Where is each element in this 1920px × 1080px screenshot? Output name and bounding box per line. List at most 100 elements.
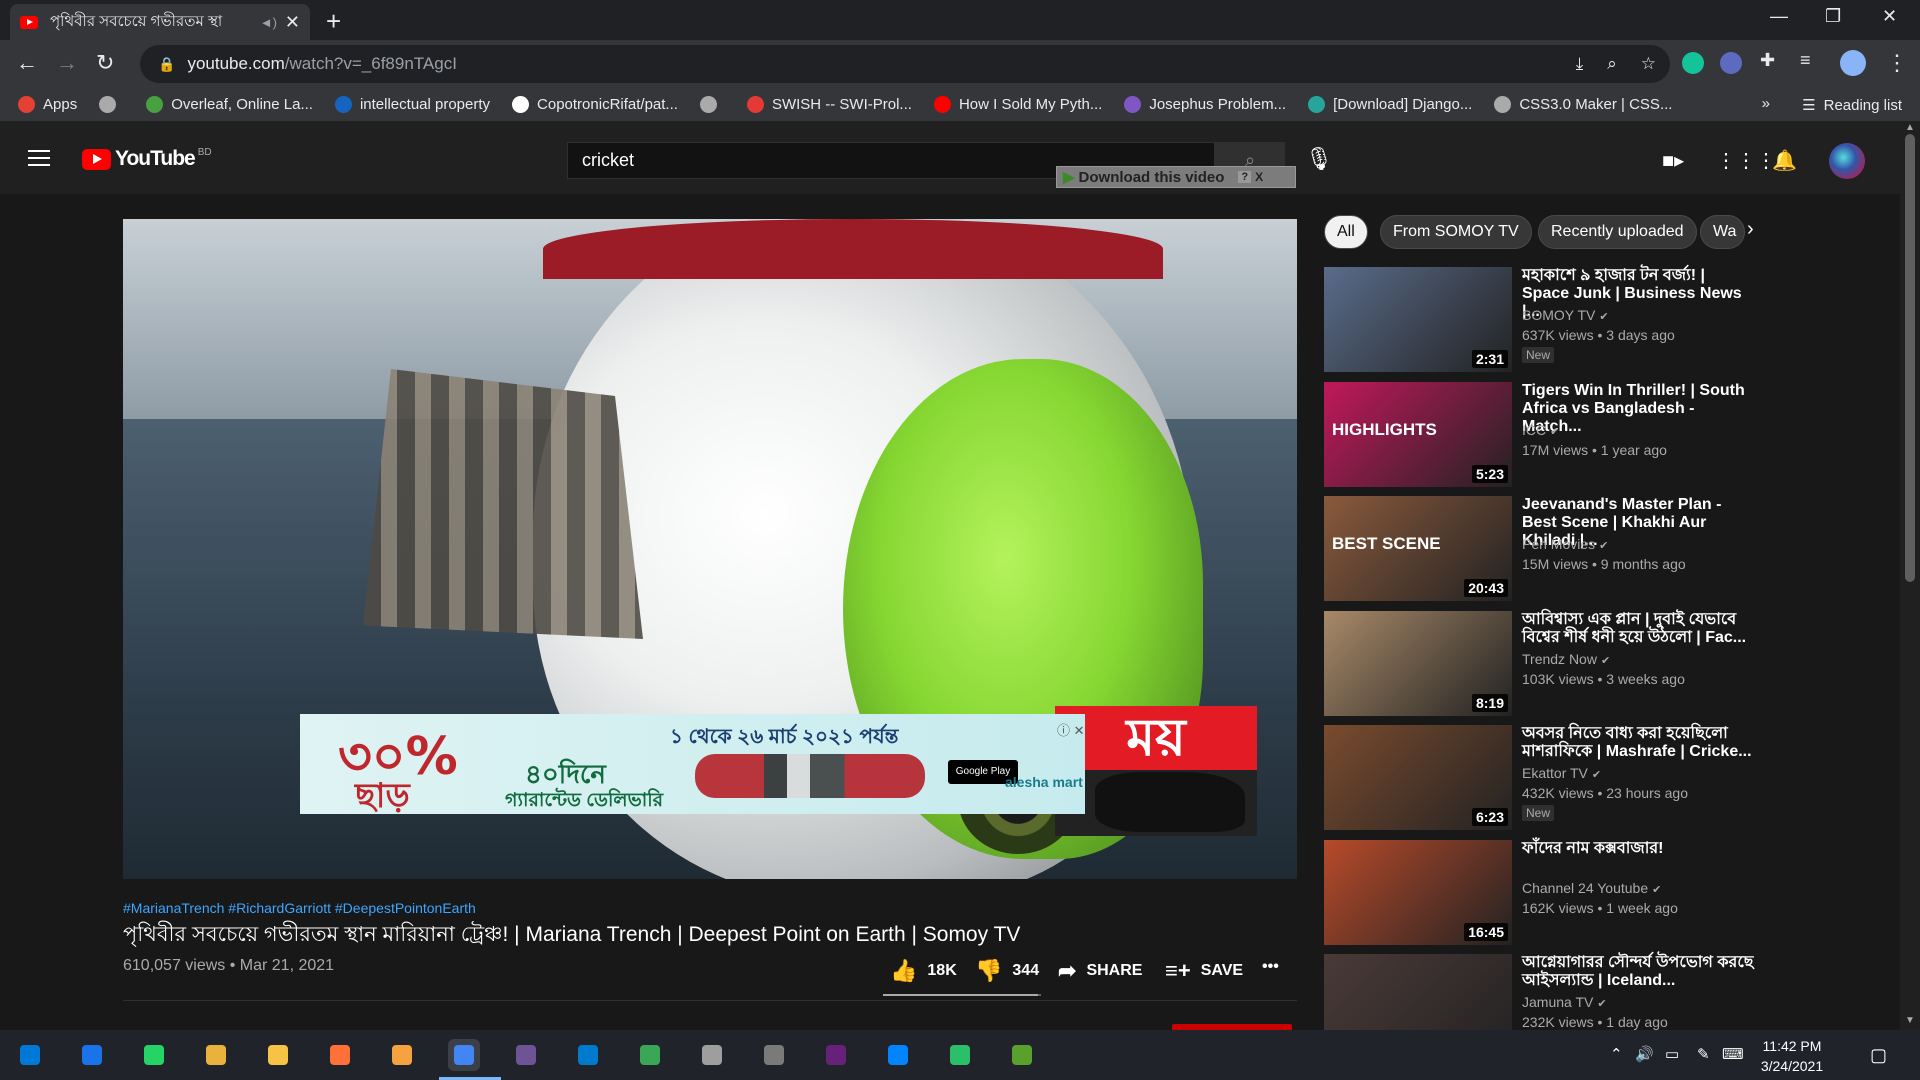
apps-grid-icon[interactable]: ⋮⋮⋮ xyxy=(1716,148,1776,173)
related-thumbnail[interactable]: BEST SCENE 20:43 xyxy=(1324,496,1512,601)
overlay-ad[interactable]: ৩০% ছাড় ১ থেকে ২৬ মার্চ ২০২১ পর্যন্ত ৪০… xyxy=(300,714,1085,815)
chrome-icon[interactable] xyxy=(439,1039,501,1080)
bookmark-item[interactable]: CopotronicRifat/pat... xyxy=(512,96,678,113)
ad-close-icon[interactable]: ⓘ ✕ xyxy=(1057,720,1085,739)
related-channel[interactable]: Channel 24 Youtube ✔ xyxy=(1522,880,1661,896)
ad-close-label[interactable]: ✕ xyxy=(1074,723,1085,738)
related-thumbnail[interactable]: 16:45 xyxy=(1324,839,1512,945)
minimize-icon[interactable]: — xyxy=(1770,6,1788,27)
bookmark-item[interactable]: Apps xyxy=(18,96,77,113)
bookmark-item[interactable]: CSS3.0 Maker | CSS... xyxy=(1494,96,1672,113)
tab-audio-icon[interactable]: ◄) xyxy=(260,15,277,30)
whatsapp-icon[interactable] xyxy=(138,1039,170,1071)
file-explorer-icon[interactable] xyxy=(200,1039,232,1071)
more-actions-button[interactable]: ••• xyxy=(1262,958,1279,976)
bookmark-item[interactable]: Josephus Problem... xyxy=(1124,96,1286,113)
close-window-icon[interactable]: ✕ xyxy=(1882,6,1897,27)
bookmark-item[interactable]: SWISH -- SWI-Prol... xyxy=(746,96,912,113)
scroll-up-icon[interactable]: ▲ xyxy=(1905,122,1915,133)
share-button[interactable]: ➦ SHARE xyxy=(1058,958,1142,984)
related-video-item[interactable]: 6:23 অবসর নিতে বাধ্য করা হয়েছিলো মাশরাফি… xyxy=(1324,725,1760,833)
media-control-icon[interactable]: ≡ xyxy=(1800,50,1811,71)
reading-list-button[interactable]: ☰ Reading list xyxy=(1802,96,1902,115)
microphone-icon[interactable]: 🎙 xyxy=(1305,146,1333,172)
filter-chip[interactable]: From SOMOY TV xyxy=(1380,215,1532,249)
related-video-item[interactable]: 2:31 মহাকাশে ৯ হাজার টন বর্জ্য! | Space J… xyxy=(1324,267,1760,375)
related-channel[interactable]: Ekattor TV ✔ xyxy=(1522,765,1601,781)
messenger-icon[interactable] xyxy=(882,1039,914,1071)
save-button[interactable]: ≡+ SAVE xyxy=(1165,958,1243,984)
scroll-down-icon[interactable]: ▼ xyxy=(1905,1015,1915,1026)
app-icon[interactable] xyxy=(262,1039,294,1071)
video-hashtags[interactable]: #MarianaTrench #RichardGarriott #Deepest… xyxy=(123,900,476,916)
related-video-item[interactable]: 8:19 আবিশ্বাস্য এক প্লান | দুবাই যেভাবে ব… xyxy=(1324,610,1760,719)
bookmark-item[interactable]: How I Sold My Pyth... xyxy=(933,96,1102,113)
app-icon[interactable] xyxy=(634,1039,666,1071)
browser-menu-icon[interactable]: ⋮ xyxy=(1886,50,1908,76)
related-thumbnail[interactable]: HIGHLIGHTS 5:23 xyxy=(1324,381,1512,487)
tab-close-icon[interactable]: ✕ xyxy=(285,12,300,33)
related-channel[interactable]: SOMOY TV ✔ xyxy=(1522,307,1609,323)
bookmark-item[interactable]: Overleaf, Online La... xyxy=(146,96,313,113)
vscode-icon[interactable] xyxy=(572,1039,604,1071)
search-icon[interactable] xyxy=(76,1039,108,1071)
related-video-item[interactable]: 16:45 ফাঁদের নাম কক্সবাজার! Channel 24 You… xyxy=(1324,839,1760,948)
restore-icon[interactable]: ❐ xyxy=(1825,6,1841,27)
filter-chip[interactable]: Wa xyxy=(1700,215,1745,249)
pycharm-icon[interactable] xyxy=(944,1039,976,1071)
visual-studio-icon[interactable] xyxy=(820,1039,852,1071)
dislike-button[interactable]: 👎 344 xyxy=(975,958,1039,984)
create-video-icon[interactable]: ■▸ xyxy=(1662,148,1684,173)
extension-icon[interactable] xyxy=(1720,52,1742,74)
taskbar-clock[interactable]: 11:42 PM 3/24/2021 xyxy=(1756,1036,1828,1076)
back-icon[interactable]: ← xyxy=(16,50,38,76)
related-channel[interactable]: Jamuna TV ✔ xyxy=(1522,994,1607,1010)
more-bookmarks-icon[interactable]: » xyxy=(1762,95,1770,112)
browser-tab[interactable]: পৃথিবীর সবচেয়ে গভীরতম স্থা ◄) ✕ xyxy=(10,4,310,40)
app-icon[interactable] xyxy=(386,1039,418,1071)
app-icon[interactable] xyxy=(696,1039,728,1071)
page-scrollbar[interactable]: ▲ ▼ xyxy=(1900,122,1920,1030)
windows-start-icon[interactable] xyxy=(14,1039,46,1071)
filter-chip[interactable]: Recently uploaded xyxy=(1538,215,1697,249)
github-icon[interactable] xyxy=(510,1039,542,1071)
install-icon[interactable]: ⤓ xyxy=(1576,54,1584,74)
firefox-icon[interactable] xyxy=(324,1039,356,1071)
notifications-bell-icon[interactable]: 🔔 xyxy=(1772,148,1797,173)
network-icon[interactable]: ▭ xyxy=(1665,1045,1679,1063)
related-video-item[interactable]: BEST SCENE 20:43 Jeevanand's Master Plan -… xyxy=(1324,496,1760,604)
related-channel[interactable]: Pen Movies ✔ xyxy=(1522,536,1608,552)
bookmark-item[interactable] xyxy=(699,96,725,113)
related-thumbnail[interactable]: 2:31 xyxy=(1324,267,1512,372)
forward-icon[interactable]: → xyxy=(56,50,78,76)
keyboard-icon[interactable]: ⌨ xyxy=(1722,1045,1744,1063)
zoom-icon[interactable]: ⌕ xyxy=(1607,54,1617,74)
menu-icon[interactable] xyxy=(28,150,50,166)
app-icon[interactable] xyxy=(758,1039,790,1071)
speaker-icon[interactable]: 🔊 xyxy=(1635,1045,1654,1063)
filter-chip[interactable]: All xyxy=(1324,215,1368,249)
related-thumbnail[interactable]: 8:19 xyxy=(1324,610,1512,716)
pen-icon[interactable]: ✎ xyxy=(1697,1045,1710,1063)
like-button[interactable]: 👍 18K xyxy=(890,958,957,984)
scrollbar-thumb[interactable] xyxy=(1905,134,1915,582)
bookmark-item[interactable]: intellectual property xyxy=(334,96,490,113)
extensions-puzzle-icon[interactable]: ✚ xyxy=(1760,50,1775,71)
related-channel[interactable]: Trendz Now ✔ xyxy=(1522,651,1610,667)
bookmark-item[interactable]: [Download] Django... xyxy=(1308,96,1472,113)
new-tab-button[interactable]: + xyxy=(326,6,341,37)
reload-icon[interactable]: ↻ xyxy=(96,50,114,76)
related-video-item[interactable]: HIGHLIGHTS 5:23 Tigers Win In Thriller! | … xyxy=(1324,381,1760,490)
account-avatar[interactable] xyxy=(1829,143,1865,179)
app-icon[interactable] xyxy=(1006,1039,1038,1071)
profile-avatar[interactable] xyxy=(1840,50,1866,76)
bookmark-star-icon[interactable]: ☆ xyxy=(1641,54,1656,74)
download-help-icon[interactable]: ? xyxy=(1238,171,1252,183)
download-close-icon[interactable]: X xyxy=(1255,170,1263,184)
grammarly-extension-icon[interactable] xyxy=(1682,52,1704,74)
bookmark-item[interactable] xyxy=(99,96,124,113)
chip-scroll-right-icon[interactable]: › xyxy=(1747,218,1754,241)
download-video-button[interactable]: ▶ Download this video ? X xyxy=(1056,166,1296,188)
related-channel[interactable]: ICC ✔ xyxy=(1522,422,1559,438)
related-thumbnail[interactable]: 6:23 xyxy=(1324,725,1512,830)
